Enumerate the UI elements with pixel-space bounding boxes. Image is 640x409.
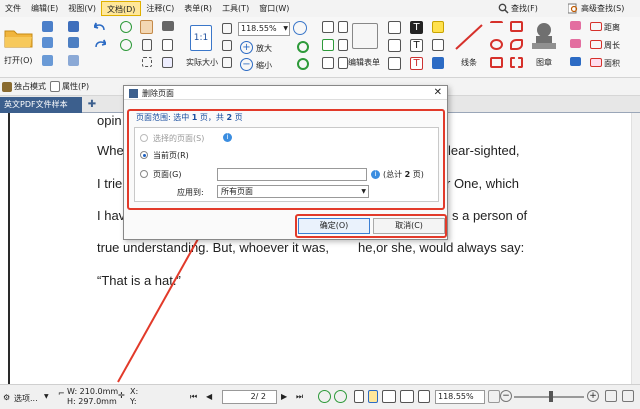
status-bar: ⚙ 选项... ▼ ⌐ W: 210.0mm H: 297.0mm ✛ X: Y… xyxy=(0,384,640,409)
continuous-facing-icon[interactable] xyxy=(400,390,414,403)
page-height: H: 297.0mm xyxy=(67,397,117,406)
zoom-dropdown-icon[interactable] xyxy=(488,390,500,403)
separate-cover-icon[interactable] xyxy=(418,390,430,403)
fit-icon[interactable] xyxy=(622,390,634,402)
page-size-icon: ⌐ xyxy=(58,389,65,398)
cursor-y: Y: xyxy=(130,397,137,406)
status-zoom-value: 118.55% xyxy=(438,392,474,401)
dialog-title-bar[interactable]: 删除页面 ✕ xyxy=(124,86,447,100)
crosshair-icon: ✛ xyxy=(118,391,125,400)
zoom-slider-handle[interactable] xyxy=(549,391,553,402)
facing-page-icon[interactable] xyxy=(382,390,396,403)
continuous-page-icon[interactable] xyxy=(368,390,378,403)
total-pages: / 2 xyxy=(255,392,266,401)
chevron-down-icon[interactable]: ▼ xyxy=(44,393,49,400)
forward-view-icon[interactable] xyxy=(334,390,347,403)
back-view-icon[interactable] xyxy=(318,390,331,403)
fullscreen-icon[interactable] xyxy=(605,390,617,402)
zoom-out-small-icon[interactable]: − xyxy=(500,390,512,402)
options-button[interactable]: 选项... xyxy=(14,393,38,404)
highlight-buttons-box xyxy=(295,214,447,238)
first-page-icon[interactable]: ⏮ xyxy=(190,392,197,402)
close-icon[interactable]: ✕ xyxy=(434,86,442,100)
page-width: W: 210.0mm xyxy=(67,387,119,396)
last-page-icon[interactable]: ⏭ xyxy=(296,392,303,402)
zoom-in-small-icon[interactable]: + xyxy=(587,390,599,402)
gear-icon[interactable]: ⚙ xyxy=(3,393,10,402)
cursor-x: X: xyxy=(130,387,139,396)
highlight-options-box xyxy=(127,109,445,210)
prev-page-icon[interactable]: ◀ xyxy=(206,392,212,401)
page-number-input[interactable]: 2/ 2 xyxy=(222,390,277,404)
next-page-icon[interactable]: ▶ xyxy=(281,392,287,401)
app-icon xyxy=(129,89,138,98)
single-page-icon[interactable] xyxy=(354,390,364,403)
dialog-title: 删除页面 xyxy=(142,89,174,98)
status-zoom-combo[interactable]: 118.55% xyxy=(435,390,485,404)
